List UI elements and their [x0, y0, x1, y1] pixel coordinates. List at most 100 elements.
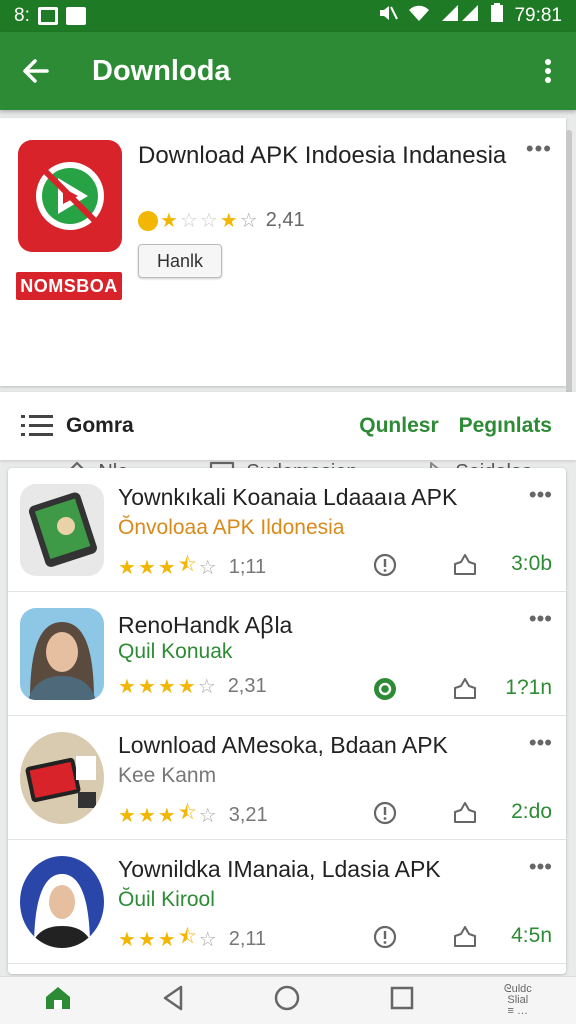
- list-item[interactable]: RenoHandk Aꞵla Quil Konuak ★ ★ ★ ★ ☆ 2,3…: [8, 592, 566, 716]
- signal-icon: [440, 4, 480, 28]
- app-thumbnail: [20, 484, 104, 576]
- emoji-icon: [138, 210, 158, 231]
- star-icon: ★: [137, 928, 156, 951]
- star-icon: ★: [137, 804, 156, 827]
- play-logo-icon: [36, 162, 104, 230]
- app-rating: ★ ★ ★ ★ ☆ 2,31: [118, 674, 267, 699]
- app-subtitle: Ŏnvoloaa APK Ildonesia: [118, 516, 345, 539]
- app-thumbnail: [20, 856, 104, 948]
- item-more-button[interactable]: •••: [529, 730, 552, 756]
- app-action-button[interactable]: Hanlk: [138, 244, 222, 278]
- star-icon: ★: [157, 556, 176, 579]
- list-item[interactable]: Yownildka IManaia, Ldasia APK Ŏuil Kiroo…: [8, 840, 566, 964]
- star-icon: ★: [157, 928, 176, 951]
- app-name: Lownload AMesoka, Bdaan APK: [118, 732, 448, 758]
- app-title: Download APK Indoesia Indanesia: [138, 142, 507, 169]
- filter-bar: Gomra Qunlesr Pegınlats: [0, 392, 576, 460]
- star-icon: ★: [177, 676, 196, 698]
- filter-label: Gomra: [66, 414, 134, 437]
- app-subtitle: Quil Konuak: [118, 640, 232, 664]
- list-item[interactable]: Lownload AMesoka, Bdaan APK Kee Kanm ★ ★…: [8, 716, 566, 840]
- star-empty-icon: ☆: [179, 210, 198, 232]
- home-icon: [46, 987, 71, 1009]
- star-icon: ★: [157, 676, 176, 698]
- filter-link-qunlesr[interactable]: Qunlesr: [359, 414, 438, 438]
- rating-value: 1;11: [228, 555, 267, 578]
- overflow-menu-button[interactable]: [520, 32, 576, 110]
- app-rating: ★ ☆ ☆ ★ ☆ 2,41: [138, 208, 305, 233]
- star-icon: ★: [137, 556, 156, 579]
- star-half-icon: ★: [219, 210, 238, 232]
- app-rating: ★ ★ ★ ⯪ ☆ 1;11: [118, 550, 266, 584]
- item-more-button[interactable]: •••: [529, 606, 552, 632]
- status-clock: 79:81: [514, 5, 562, 26]
- star-half-icon: ⯪: [177, 926, 197, 948]
- star-empty-icon: ☆: [239, 210, 258, 232]
- app-bar: Downloda: [0, 32, 576, 110]
- star-icon: ★: [157, 804, 176, 827]
- star-empty-icon: ☆: [198, 928, 217, 951]
- app-rating: ★ ★ ★ ⯪ ☆ 2,11: [118, 922, 266, 956]
- app-name: Yownkıkali Koanaia Ldaaaıa APK: [118, 484, 458, 510]
- bookmark-icon[interactable]: [452, 924, 478, 950]
- star-half-icon: ⯪: [177, 554, 197, 576]
- app-size: 4:5n: [511, 924, 552, 947]
- bookmark-icon[interactable]: [452, 800, 478, 826]
- gallery-notification-icon: [37, 7, 58, 25]
- star-empty-icon: ☆: [198, 556, 217, 579]
- app-subtitle: Kee Kanm: [118, 764, 217, 787]
- info-icon[interactable]: [372, 552, 398, 578]
- bookmark-icon[interactable]: [452, 676, 478, 702]
- info-icon[interactable]: [372, 924, 398, 950]
- featured-app-card: NOMSBOA Download APK Indoesia Indanesia …: [0, 118, 566, 504]
- star-empty-icon: ☆: [197, 676, 216, 698]
- recents-button[interactable]: [389, 985, 415, 1016]
- star-icon: ★: [118, 676, 136, 698]
- home-circle-button[interactable]: [273, 984, 301, 1017]
- verified-icon[interactable]: [372, 676, 398, 702]
- item-more-button[interactable]: •••: [529, 482, 552, 508]
- scrollbar[interactable]: [566, 130, 572, 430]
- star-half-icon: ⯪: [177, 802, 197, 824]
- star-empty-icon: ☆: [199, 210, 218, 232]
- nav-corner-text[interactable]: ᘓuldc Slial ≡ …: [504, 984, 532, 1017]
- mute-icon: [378, 4, 399, 28]
- bookmark-icon[interactable]: [452, 552, 478, 578]
- page-title: Downloda: [92, 54, 231, 87]
- circle-home-icon: [274, 985, 300, 1011]
- app-icon: [18, 140, 122, 252]
- rating-value: 3,21: [228, 803, 268, 826]
- status-time: 8:: [14, 5, 30, 26]
- star-empty-icon: ☆: [198, 804, 217, 827]
- star-icon: ★: [118, 928, 136, 951]
- rating-value: 2,11: [228, 927, 267, 950]
- list-item[interactable]: Yownkıkali Koanaia Ldaaaıa APK Ŏnvoloaa …: [8, 468, 566, 592]
- arrow-back-icon: [23, 59, 49, 83]
- wifi-icon: [408, 4, 430, 28]
- list-icon[interactable]: [20, 412, 54, 440]
- corner-text: ᘓuldc Slial ≡ …: [503, 983, 532, 1017]
- card-more-button[interactable]: •••: [526, 136, 552, 162]
- app-rating: ★ ★ ★ ⯪ ☆ 3,21: [118, 798, 268, 832]
- app-list: Yownkıkali Koanaia Ldaaaıa APK Ŏnvoloaa …: [8, 468, 566, 974]
- rating-value: 2,31: [227, 675, 267, 697]
- star-icon: ★: [137, 676, 156, 698]
- app-size: 1?1n: [505, 676, 552, 699]
- app-subtitle-text: Quil Konuak: [118, 640, 233, 663]
- star-icon: ★: [118, 804, 136, 827]
- app-subtitle: Ŏuil Kirool: [118, 888, 215, 912]
- app-name: RenoHandk Aꞵla: [118, 612, 293, 638]
- back-nav-button[interactable]: [161, 985, 185, 1016]
- back-button[interactable]: [0, 32, 70, 110]
- message-notification-icon: [65, 7, 86, 25]
- home-button[interactable]: [44, 985, 72, 1016]
- item-more-button[interactable]: •••: [529, 854, 552, 880]
- app-subtitle-text: Ŏuil Kirool: [118, 888, 215, 911]
- brand-tag: NOMSBOA: [16, 272, 122, 300]
- filter-link-peginlats[interactable]: Pegınlats: [459, 414, 552, 438]
- star-icon: ★: [118, 556, 136, 579]
- more-vert-icon: [545, 59, 551, 83]
- info-icon[interactable]: [372, 800, 398, 826]
- app-thumbnail: [20, 732, 104, 824]
- app-thumbnail: [20, 608, 104, 700]
